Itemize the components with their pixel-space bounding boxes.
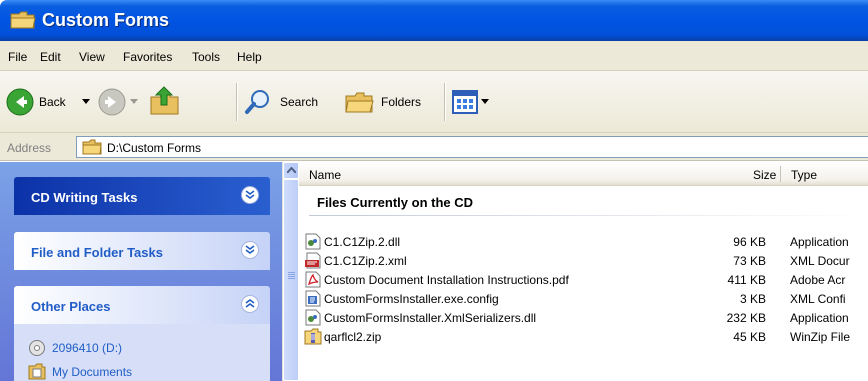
views-button[interactable] <box>452 88 496 116</box>
file-name: C1.C1Zip.2.dll <box>324 235 401 249</box>
file-row[interactable]: Custom Document Installation Instruction… <box>299 270 868 289</box>
window-title: Custom Forms <box>42 10 170 30</box>
folders-button[interactable]: Folders <box>344 88 436 116</box>
scroll-up-button[interactable] <box>283 162 299 179</box>
column-divider[interactable] <box>780 166 781 182</box>
address-value: D:\Custom Forms <box>107 141 202 155</box>
menu-bar: File Edit View Favorites Tools Help <box>0 41 868 71</box>
search-button[interactable]: Search <box>244 88 330 116</box>
file-type: Application <box>790 235 849 249</box>
back-button[interactable]: Back <box>6 88 92 116</box>
file-folder-tasks-header[interactable]: File and Folder Tasks <box>14 232 270 270</box>
menu-tools[interactable]: Tools <box>192 50 220 64</box>
cd-writing-tasks-header[interactable]: CD Writing Tasks <box>14 177 270 215</box>
file-row[interactable]: qarflcl2.zip 45 KB WinZip File <box>299 327 868 346</box>
xml-icon <box>305 252 321 269</box>
zip-icon <box>304 328 322 345</box>
other-places-body: 2096410 (D:) My Documents <box>14 324 270 381</box>
place-label: My Documents <box>52 365 133 379</box>
file-row[interactable]: C1.C1Zip.2.xml 73 KB XML Docur <box>299 251 868 270</box>
other-places-label: Other Places <box>31 299 111 314</box>
file-size: 411 KB <box>727 273 766 287</box>
file-list: Name Size Type Files Currently on the CD… <box>299 162 868 381</box>
file-type: Application <box>790 311 849 325</box>
search-label: Search <box>280 95 319 109</box>
file-size: 96 KB <box>733 235 766 249</box>
group-title: Files Currently on the CD <box>317 195 474 210</box>
file-name: qarflcl2.zip <box>324 330 382 344</box>
file-type: WinZip File <box>790 330 851 344</box>
collapse-chevron-icon[interactable] <box>241 295 259 313</box>
views-icon <box>452 90 478 114</box>
scroll-grip-icon <box>288 272 295 280</box>
scroll-thumb[interactable] <box>283 179 299 381</box>
views-dropdown-icon[interactable] <box>481 99 489 105</box>
folders-icon <box>345 92 374 113</box>
column-name[interactable]: Name <box>309 168 341 182</box>
file-size: 73 KB <box>733 254 766 268</box>
config-icon <box>305 290 321 307</box>
cd-drive-icon <box>29 340 45 356</box>
file-row[interactable]: C1.C1Zip.2.dll 96 KB Application <box>299 232 868 251</box>
other-places-header[interactable]: Other Places <box>14 286 270 324</box>
folder-icon <box>82 139 102 155</box>
file-type: XML Confi <box>790 292 846 306</box>
file-name: CustomFormsInstaller.XmlSerializers.dll <box>324 311 537 325</box>
expand-chevron-icon[interactable] <box>241 186 259 204</box>
toolbar-separator <box>444 83 445 121</box>
toolbar-separator <box>236 83 237 121</box>
column-type[interactable]: Type <box>791 168 817 182</box>
menu-help[interactable]: Help <box>237 50 262 64</box>
toolbar: Back Search Folders <box>0 71 868 133</box>
forward-arrow-icon <box>98 88 126 116</box>
back-dropdown-icon[interactable] <box>82 99 90 105</box>
cd-writing-tasks-label: CD Writing Tasks <box>31 190 138 205</box>
menu-favorites[interactable]: Favorites <box>123 50 172 64</box>
my-documents-icon <box>28 363 46 380</box>
dll-icon <box>305 233 321 250</box>
folder-icon <box>10 11 36 29</box>
file-size: 3 KB <box>739 292 766 306</box>
menu-edit[interactable]: Edit <box>40 50 61 64</box>
file-size: 232 KB <box>726 311 766 325</box>
back-arrow-icon <box>6 88 34 116</box>
file-type: Adobe Acr <box>790 273 846 287</box>
column-size[interactable]: Size <box>753 168 776 182</box>
file-row[interactable]: CustomFormsInstaller.exe.config 3 KB XML… <box>299 289 868 308</box>
file-type: XML Docur <box>790 254 850 268</box>
file-name: C1.C1Zip.2.xml <box>324 254 407 268</box>
address-label: Address <box>7 141 52 155</box>
file-name: Custom Document Installation Instruction… <box>324 273 569 287</box>
back-label: Back <box>39 95 66 109</box>
up-folder-icon[interactable] <box>148 83 182 117</box>
task-pane: CD Writing Tasks File and Folder Tasks O… <box>0 162 282 381</box>
column-header: Name Size Type <box>299 162 868 186</box>
title-bar: Custom Forms <box>0 0 868 41</box>
file-size: 45 KB <box>733 330 766 344</box>
scroll-up-arrow-icon <box>287 167 296 173</box>
dll-icon <box>305 309 321 326</box>
forward-dropdown-icon[interactable] <box>130 99 138 105</box>
group-divider <box>309 215 868 216</box>
file-folder-tasks-label: File and Folder Tasks <box>31 245 163 260</box>
pdf-icon <box>305 271 321 288</box>
file-name: CustomFormsInstaller.exe.config <box>324 292 499 306</box>
place-label: 2096410 (D:) <box>52 341 123 355</box>
forward-button[interactable] <box>98 88 138 116</box>
search-icon <box>245 90 269 114</box>
menu-view[interactable]: View <box>79 50 105 64</box>
folders-label: Folders <box>381 95 422 109</box>
menu-file[interactable]: File <box>8 50 27 64</box>
file-row[interactable]: CustomFormsInstaller.XmlSerializers.dll … <box>299 308 868 327</box>
expand-chevron-icon[interactable] <box>241 241 259 259</box>
task-pane-scrollbar[interactable] <box>282 162 299 381</box>
address-bar: Address D:\Custom Forms <box>0 133 868 161</box>
address-field[interactable]: D:\Custom Forms <box>76 136 868 158</box>
